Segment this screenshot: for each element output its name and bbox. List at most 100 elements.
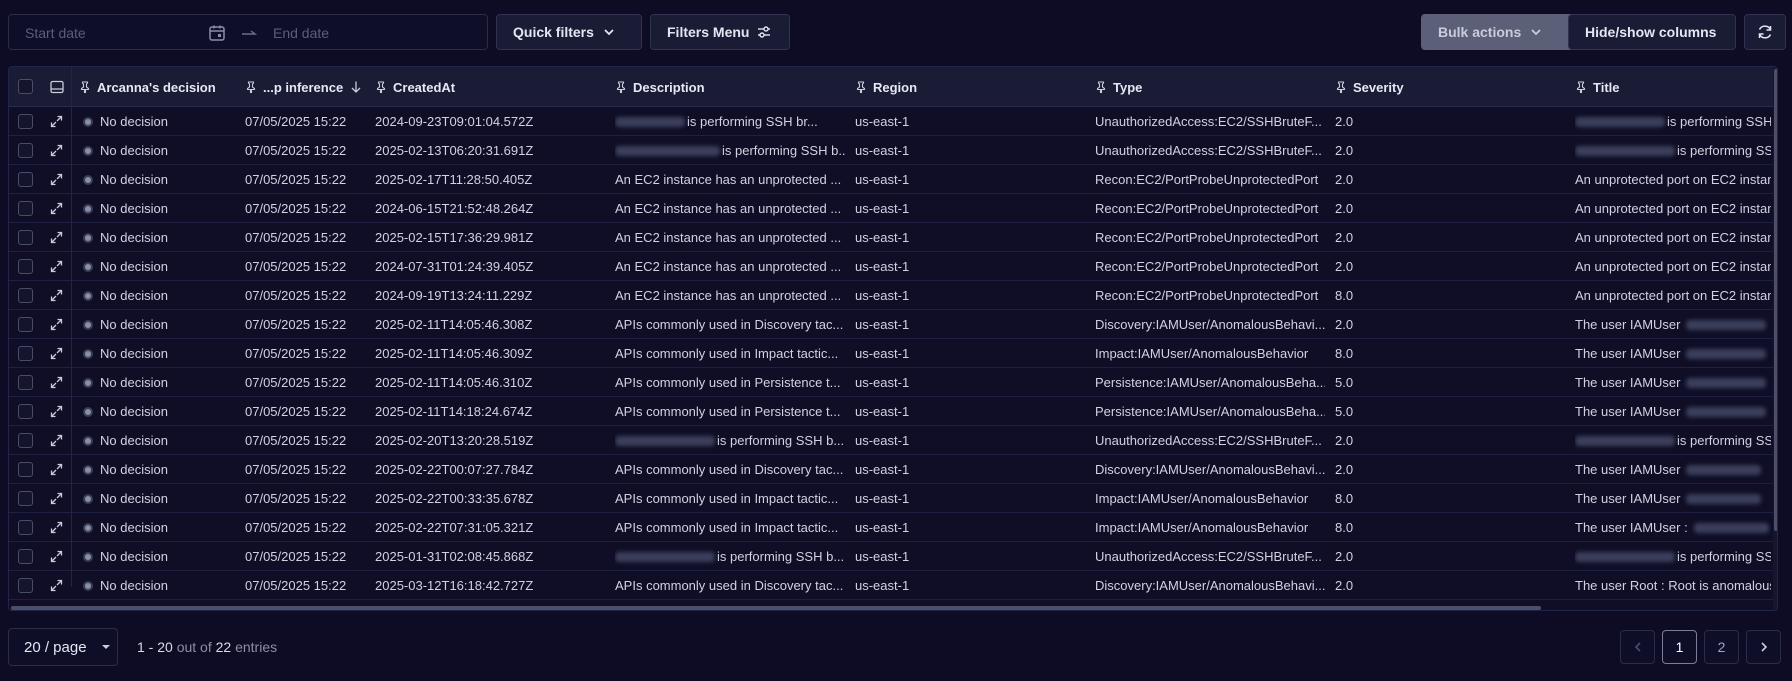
pin-icon[interactable]: [1095, 81, 1107, 93]
expand-icon[interactable]: [50, 579, 63, 592]
expand-icon[interactable]: [50, 173, 63, 186]
table-row[interactable]: No decision 07/05/2025 15:22 2024-09-23T09…: [9, 107, 1777, 136]
expand-icon[interactable]: [50, 318, 63, 331]
type-text: Impact:IAMUser/AnomalousBehavior: [1095, 346, 1309, 361]
pin-icon[interactable]: [855, 81, 867, 93]
decision-cell: No decision: [83, 426, 233, 455]
table-row[interactable]: No decision 07/05/2025 15:22 2024-09-19T13…: [9, 281, 1777, 310]
row-checkbox[interactable]: [18, 404, 33, 419]
horizontal-scrollbar[interactable]: [11, 606, 1541, 610]
table-row[interactable]: No decision 07/05/2025 15:22 2025-02-15T17…: [9, 223, 1777, 252]
table-row[interactable]: No decision 07/05/2025 15:22 2025-02-11T14…: [9, 397, 1777, 426]
expand-icon[interactable]: [50, 231, 63, 244]
column-header-severity[interactable]: Severity: [1335, 67, 1404, 107]
pin-icon[interactable]: [79, 81, 91, 93]
column-header-title[interactable]: Title: [1575, 67, 1620, 107]
decision-status-dot: [83, 580, 93, 591]
row-checkbox[interactable]: [18, 578, 33, 593]
table-row[interactable]: No decision 07/05/2025 15:22 2025-02-13T06…: [9, 136, 1777, 165]
inference-text: 07/05/2025 15:22: [245, 578, 347, 593]
column-header-inference[interactable]: ...p inference: [245, 67, 363, 107]
region-text: us-east-1: [855, 549, 910, 564]
row-checkbox[interactable]: [18, 491, 33, 506]
next-page-button[interactable]: [1746, 630, 1781, 664]
column-header-region[interactable]: Region: [855, 67, 917, 107]
quick-filters-button[interactable]: Quick filters: [496, 14, 642, 50]
expand-icon[interactable]: [50, 492, 63, 505]
row-checkbox[interactable]: [18, 201, 33, 216]
expand-icon[interactable]: [50, 376, 63, 389]
row-checkbox[interactable]: [18, 230, 33, 245]
region-text: us-east-1: [855, 317, 910, 332]
table-row[interactable]: No decision 07/05/2025 15:22 2024-07-31T01…: [9, 252, 1777, 281]
row-checkbox[interactable]: [18, 172, 33, 187]
table-row[interactable]: No decision 07/05/2025 15:22 2025-02-11T14…: [9, 310, 1777, 339]
row-checkbox[interactable]: [18, 317, 33, 332]
page-1-button[interactable]: 1: [1662, 630, 1697, 664]
table-row[interactable]: No decision 07/05/2025 15:22 2025-02-22T00…: [9, 455, 1777, 484]
created-text: 2025-03-12T16:18:42.727Z: [375, 578, 534, 593]
column-header-description[interactable]: Description: [615, 67, 705, 107]
pin-icon[interactable]: [1335, 81, 1347, 93]
refresh-button[interactable]: [1744, 14, 1786, 50]
pin-icon[interactable]: [1575, 81, 1587, 93]
start-date-input[interactable]: Start date: [25, 25, 86, 41]
expand-icon[interactable]: [50, 521, 63, 534]
severity-text: 2.0: [1335, 259, 1354, 274]
row-checkbox[interactable]: [18, 520, 33, 535]
expand-icon[interactable]: [50, 289, 63, 302]
table-row[interactable]: No decision 07/05/2025 15:22 2025-02-22T07…: [9, 513, 1777, 542]
pin-icon[interactable]: [375, 81, 387, 93]
description-cell: APIs commonly used in Persistence t...: [615, 368, 845, 397]
table-row[interactable]: No decision 07/05/2025 15:22 2025-02-20T13…: [9, 426, 1777, 455]
pin-icon[interactable]: [245, 81, 257, 93]
column-header-type[interactable]: Type: [1095, 67, 1142, 107]
previous-page-button[interactable]: [1620, 630, 1655, 664]
expand-icon[interactable]: [50, 144, 63, 157]
sort-descending-icon[interactable]: [349, 80, 363, 94]
row-checkbox[interactable]: [18, 288, 33, 303]
vertical-scrollbar[interactable]: [1774, 69, 1777, 531]
select-all-checkbox[interactable]: [18, 79, 33, 94]
title-text: An unprotected port on EC2 instan: [1575, 288, 1771, 303]
panel-layout-icon[interactable]: [50, 80, 64, 94]
table-row[interactable]: No decision 07/05/2025 15:22 2025-03-12T16…: [9, 571, 1777, 600]
date-range-picker[interactable]: Start date End date: [8, 14, 488, 50]
hide-show-columns-button[interactable]: Hide/show columns: [1568, 14, 1736, 50]
end-date-input[interactable]: End date: [273, 25, 329, 41]
table-row[interactable]: No decision 07/05/2025 15:22 2025-02-11T14…: [9, 368, 1777, 397]
expand-icon[interactable]: [50, 405, 63, 418]
column-header-created[interactable]: CreatedAt: [375, 67, 455, 107]
row-checkbox[interactable]: [18, 346, 33, 361]
title-text: is performing SSH: [1677, 433, 1771, 448]
type-cell: Persistence:IAMUser/AnomalousBeha...: [1095, 368, 1325, 397]
bulk-actions-button[interactable]: Bulk actions: [1421, 14, 1591, 50]
table-row[interactable]: No decision 07/05/2025 15:22 2025-01-31T02…: [9, 542, 1777, 571]
expand-icon[interactable]: [50, 463, 63, 476]
table-row[interactable]: No decision 07/05/2025 15:22 2025-02-22T00…: [9, 484, 1777, 513]
expand-icon[interactable]: [50, 434, 63, 447]
expand-icon[interactable]: [50, 347, 63, 360]
decision-status-dot: [83, 348, 93, 359]
row-checkbox[interactable]: [18, 375, 33, 390]
expand-icon[interactable]: [50, 260, 63, 273]
row-checkbox[interactable]: [18, 259, 33, 274]
row-checkbox[interactable]: [18, 114, 33, 129]
table-row[interactable]: No decision 07/05/2025 15:22 2025-02-17T11…: [9, 165, 1777, 194]
table-row[interactable]: No decision 07/05/2025 15:22 2024-06-15T21…: [9, 194, 1777, 223]
expand-icon[interactable]: [50, 550, 63, 563]
type-cell: Recon:EC2/PortProbeUnprotectedPort: [1095, 165, 1325, 194]
page-size-select[interactable]: 20 / page: [8, 628, 118, 666]
page-2-button[interactable]: 2: [1704, 630, 1739, 664]
row-checkbox[interactable]: [18, 143, 33, 158]
row-checkbox[interactable]: [18, 462, 33, 477]
description-cell: APIs commonly used in Discovery tac...: [615, 455, 845, 484]
expand-icon[interactable]: [50, 202, 63, 215]
table-row[interactable]: No decision 07/05/2025 15:22 2025-02-11T14…: [9, 339, 1777, 368]
expand-icon[interactable]: [50, 115, 63, 128]
pin-icon[interactable]: [615, 81, 627, 93]
column-header-decision[interactable]: Arcanna's decision: [79, 67, 216, 107]
row-checkbox[interactable]: [18, 549, 33, 564]
filters-menu-button[interactable]: Filters Menu: [650, 14, 790, 50]
row-checkbox[interactable]: [18, 433, 33, 448]
